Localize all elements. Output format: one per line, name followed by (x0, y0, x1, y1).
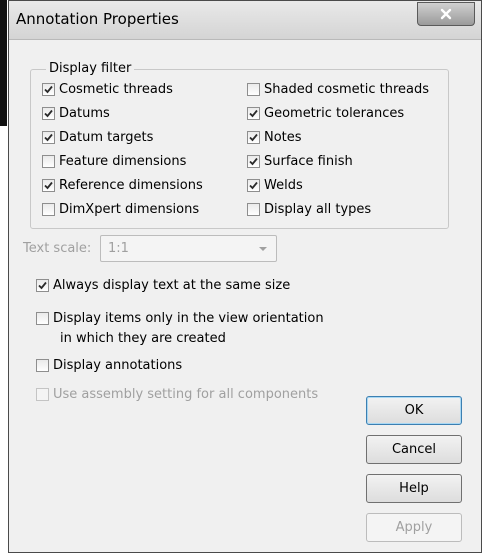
checkbox-display-annotations[interactable]: Display annotations (36, 356, 182, 374)
checkbox-label: Display annotations (53, 357, 183, 373)
checkbox-label: Shaded cosmetic threads (264, 81, 430, 97)
text-scale-value: 1:1 (108, 241, 129, 256)
checkbox-label: Reference dimensions (59, 177, 203, 193)
dialog-title: Annotation Properties (16, 10, 179, 28)
checkbox-box[interactable] (42, 130, 55, 144)
checkbox-label: Cosmetic threads (59, 81, 173, 97)
ok-button[interactable]: OK (366, 396, 462, 425)
checkbox-label: Always display text at the same size (53, 277, 291, 293)
checkbox-datums[interactable]: Datums (42, 104, 110, 122)
checkmark-icon (249, 157, 258, 165)
title-bar[interactable]: Annotation Properties (9, 1, 481, 39)
checkbox-box[interactable] (247, 202, 260, 216)
text-scale-select[interactable]: 1:1 (100, 235, 277, 262)
checkbox-view-orientation[interactable]: Display items only in the view orientati… (36, 309, 324, 327)
checkbox-welds[interactable]: Welds (247, 176, 303, 194)
checkbox-box[interactable] (36, 311, 49, 325)
display-filter-legend: Display filter (46, 61, 135, 76)
checkmark-icon (249, 181, 258, 189)
checkbox-label-continuation: in which they are created (60, 331, 226, 346)
apply-button[interactable]: Apply (366, 513, 462, 542)
checkbox-use-assembly-setting[interactable]: Use assembly setting for all components (36, 385, 318, 403)
checkmark-icon (38, 281, 47, 289)
checkbox-dimxpert-dimensions[interactable]: DimXpert dimensions (42, 200, 199, 218)
checkbox-box[interactable] (42, 82, 55, 96)
checkbox-box[interactable] (247, 130, 260, 144)
checkbox-box[interactable] (36, 278, 49, 292)
cancel-button[interactable]: Cancel (366, 435, 462, 464)
checkbox-surface-finish[interactable]: Surface finish (247, 152, 353, 170)
checkbox-box[interactable] (247, 106, 260, 120)
checkbox-box[interactable] (247, 154, 260, 168)
checkmark-icon (44, 181, 53, 189)
checkbox-always-same-size[interactable]: Always display text at the same size (36, 276, 290, 294)
checkbox-box[interactable] (42, 154, 55, 168)
checkbox-box[interactable] (247, 178, 260, 192)
checkbox-label: Feature dimensions (59, 153, 187, 169)
checkbox-box[interactable] (42, 202, 55, 216)
checkbox-reference-dimensions[interactable]: Reference dimensions (42, 176, 203, 194)
checkbox-cosmetic-threads[interactable]: Cosmetic threads (42, 80, 173, 98)
dialog-body: Display filter Cosmetic threads Datums D… (9, 39, 481, 552)
close-icon (440, 5, 452, 24)
display-filter-group: Display filter Cosmetic threads Datums D… (30, 61, 449, 229)
checkmark-icon (44, 109, 53, 117)
close-button[interactable] (417, 2, 475, 26)
checkmark-icon (249, 109, 258, 117)
text-scale-label: Text scale: (23, 241, 92, 256)
checkbox-label: Datum targets (59, 129, 154, 145)
checkbox-label: DimXpert dimensions (59, 201, 200, 217)
checkbox-label: Use assembly setting for all components (53, 386, 319, 402)
checkbox-label: Display all types (264, 201, 372, 217)
checkbox-label: Display items only in the view orientati… (53, 310, 324, 326)
checkbox-box[interactable] (36, 387, 49, 401)
checkbox-box[interactable] (42, 106, 55, 120)
checkbox-label: Datums (59, 105, 110, 121)
checkbox-datum-targets[interactable]: Datum targets (42, 128, 153, 146)
checkbox-label: Notes (264, 129, 302, 145)
checkbox-shaded-cosmetic-threads[interactable]: Shaded cosmetic threads (247, 80, 429, 98)
help-button[interactable]: Help (366, 474, 462, 503)
checkbox-box[interactable] (42, 178, 55, 192)
checkmark-icon (44, 133, 53, 141)
checkbox-feature-dimensions[interactable]: Feature dimensions (42, 152, 186, 170)
checkbox-label: Welds (264, 177, 303, 193)
checkbox-label: Geometric tolerances (264, 105, 405, 121)
checkbox-geometric-tolerances[interactable]: Geometric tolerances (247, 104, 404, 122)
annotation-properties-dialog: Annotation Properties Display filter Cos… (8, 0, 482, 553)
checkbox-display-all-types[interactable]: Display all types (247, 200, 371, 218)
checkmark-icon (44, 85, 53, 93)
chevron-down-icon (259, 247, 267, 251)
checkbox-label: Surface finish (264, 153, 353, 169)
checkbox-box[interactable] (36, 358, 49, 372)
background-edge (0, 0, 7, 126)
checkbox-box[interactable] (247, 82, 260, 96)
checkbox-notes[interactable]: Notes (247, 128, 302, 146)
checkmark-icon (249, 133, 258, 141)
